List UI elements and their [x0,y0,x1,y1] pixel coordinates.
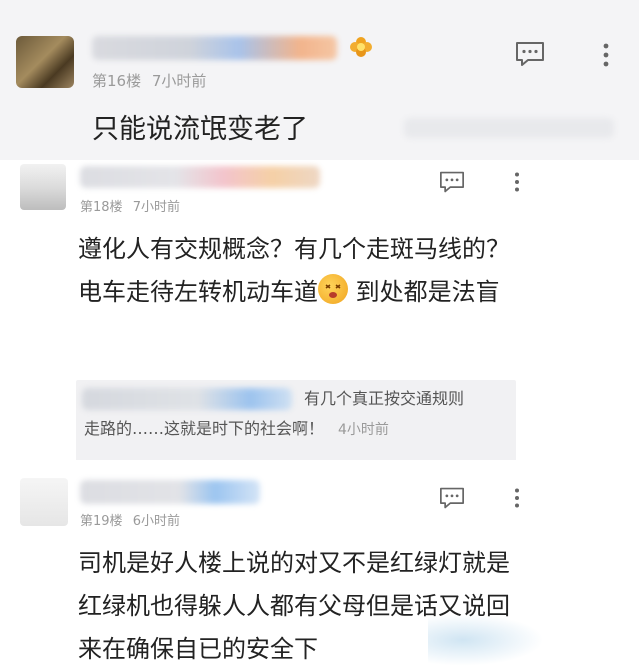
comment-bubble-icon[interactable] [438,486,466,510]
post-time: 6小时前 [132,514,180,529]
comment-meta: 第19楼 6小时前 [80,510,180,529]
reply-username-blurred [82,388,292,410]
flower-badge-icon [350,37,372,57]
dizzy-face-emoji [318,274,348,304]
reply-time: 4小时前 [338,422,389,438]
comment-text: 遵化人有交规概念？有几个走斑马线的？电车走待左转机动车道 到处都是法盲 [78,228,518,314]
more-vertical-icon[interactable] [600,42,612,68]
comment-bubble-icon[interactable] [514,40,546,68]
comment-card-19: 第19楼 6小时前 司机是好人楼上说的对又不是红绿灯就是红绿机也得躲人人都有父母… [4,462,548,670]
comment-meta: 第16楼 7小时前 [92,70,206,91]
post-time: 7小时前 [151,72,207,90]
comment-card-16: 第16楼 7小时前 只能说流氓变老了 [0,0,639,160]
comment-text: 只能说流氓变老了 [92,114,308,145]
floor-number: 第16楼 [92,72,142,90]
username-blurred[interactable] [80,166,320,188]
more-vertical-icon[interactable] [512,170,522,194]
watermark-logo [428,614,544,666]
reply-line-2: 走路的……这就是时下的社会啊！ 4小时前 [84,416,389,443]
username-blurred[interactable] [92,36,337,60]
avatar[interactable] [20,478,68,526]
floor-number: 第18楼 [80,200,123,215]
post-time: 7小时前 [132,200,180,215]
reply-line-1: 有几个真正按交通规则 [304,389,465,408]
reply-box[interactable]: 有几个真正按交通规则 走路的……这就是时下的社会啊！ 4小时前 [76,380,516,460]
comment-card-18: 第18楼 7小时前 遵化人有交规概念？有几个走斑马线的？电车走待左转机动车道 到… [4,160,548,460]
username-blurred[interactable] [80,480,260,504]
more-vertical-icon[interactable] [512,486,522,510]
comment-text-part: 到处都是法盲 [348,278,500,306]
avatar[interactable] [16,36,74,88]
reply-text: 走路的……这就是时下的社会啊！ [84,419,325,438]
comment-meta: 第18楼 7小时前 [80,196,180,215]
floor-number: 第19楼 [80,514,123,529]
avatar[interactable] [20,164,66,210]
watermark-blur [404,118,614,138]
comment-bubble-icon[interactable] [438,170,466,194]
